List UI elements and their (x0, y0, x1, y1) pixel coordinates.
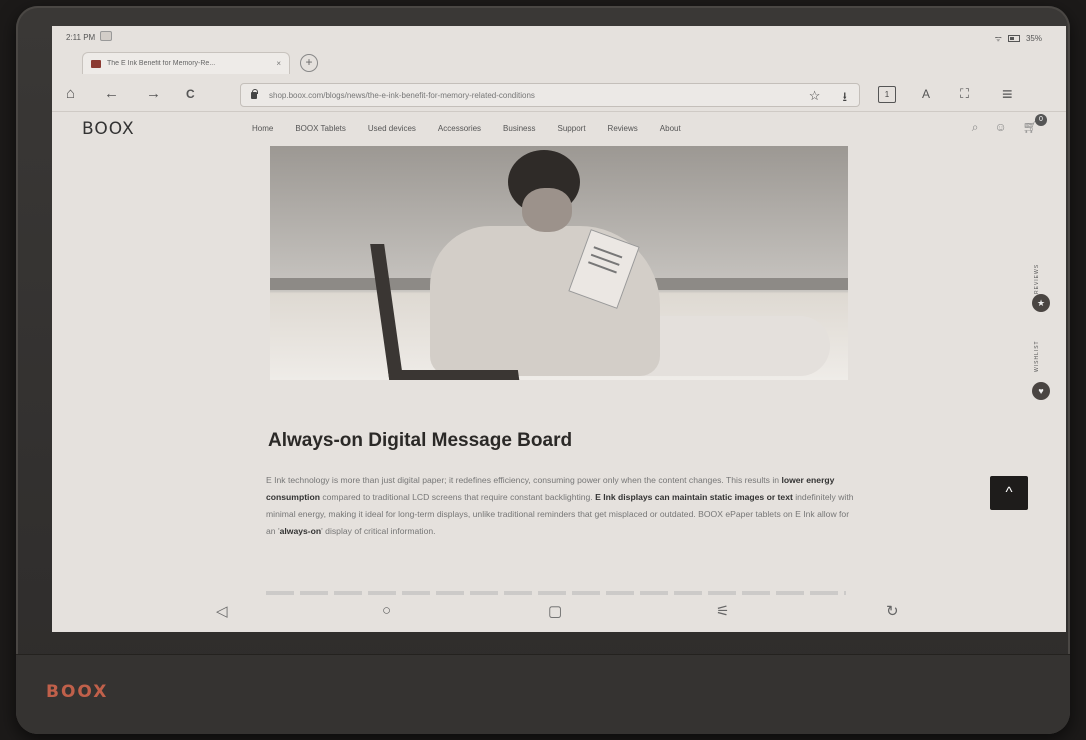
account-icon[interactable]: ☺ (995, 120, 1007, 135)
hero-image (270, 146, 848, 380)
device-screen: 2:11 PM ᯤ 35% The E Ink Benefit for Memo… (52, 26, 1066, 632)
nav-used-devices[interactable]: Used devices (368, 124, 416, 133)
device-brand-logo: BOOX (46, 682, 109, 702)
nav-business[interactable]: Business (503, 124, 535, 133)
article-text: compared to traditional LCD screens that… (319, 492, 596, 502)
new-tab-button[interactable]: + (300, 54, 318, 72)
bookmark-star-icon[interactable]: ☆ (809, 88, 821, 110)
cart-icon[interactable]: 🛒︎ 0 (1023, 114, 1047, 135)
battery-percent: 35% (1025, 34, 1042, 43)
home-button[interactable]: ⌂ (66, 86, 75, 102)
status-right: ᯤ 35% (995, 33, 1042, 44)
reader-mode-icon[interactable]: A (922, 86, 930, 102)
browser-toolbar: ⌂ ← → C shop.boox.com/blogs/news/the-e-i… (52, 78, 1066, 112)
tab-title: The E Ink Benefit for Memory-Re... (107, 60, 216, 67)
hero-face (522, 188, 572, 232)
menu-icon[interactable]: ≡ (1002, 85, 1013, 103)
lock-icon (251, 88, 258, 99)
system-nav-bar: ◁ ○ ▢ ⚟ ↻ (52, 594, 1066, 632)
site-icons: ⌕ ☺ 🛒︎ 0 (972, 114, 1047, 135)
article-bold: E Ink displays can maintain static image… (595, 492, 793, 502)
nav-recents-icon[interactable]: ▢ (548, 602, 562, 620)
favicon-icon (91, 59, 101, 68)
article-bold: always-on (279, 526, 322, 536)
url-actions: ☆ ⭳ (809, 88, 847, 110)
site-nav: Home BOOX Tablets Used devices Accessori… (252, 124, 681, 133)
download-icon[interactable]: ⭳ (842, 88, 847, 110)
nav-accessories[interactable]: Accessories (438, 124, 481, 133)
nav-boox-tablets[interactable]: BOOX Tablets (295, 124, 346, 133)
battery-icon (1007, 35, 1020, 42)
tab-count-button[interactable]: 1 (878, 86, 896, 103)
article-text: ' display of critical information. (321, 526, 436, 536)
nav-support[interactable]: Support (558, 124, 586, 133)
article-title: Always-on Digital Message Board (268, 430, 573, 451)
nav-back-icon[interactable]: ◁ (216, 602, 228, 620)
nav-home[interactable]: Home (252, 124, 273, 133)
wishlist-heart-icon[interactable]: ♥ (1032, 382, 1050, 400)
device-chin: BOOX (16, 654, 1070, 734)
forward-button[interactable]: → (146, 86, 161, 102)
site-header: BOOX Home BOOX Tablets Used devices Acce… (52, 114, 1066, 146)
reviews-side-label[interactable]: REVIEWS (1034, 264, 1040, 294)
wifi-icon: ᯤ (994, 34, 1002, 43)
nav-settings-icon[interactable]: ⚟ (716, 602, 729, 620)
close-tab-icon[interactable]: × (276, 59, 281, 68)
reload-button[interactable]: C (186, 86, 195, 102)
nav-about[interactable]: About (660, 124, 681, 133)
address-bar[interactable]: shop.boox.com/blogs/news/the-e-ink-benef… (240, 83, 860, 107)
fullscreen-icon[interactable]: ⛶ (960, 86, 969, 102)
nav-refresh-icon[interactable]: ↻ (886, 602, 899, 620)
nav-reviews[interactable]: Reviews (608, 124, 638, 133)
reviews-star-icon[interactable]: ★ (1032, 294, 1050, 312)
status-bar: 2:11 PM ᯤ 35% (52, 26, 1066, 48)
hero-chair (370, 244, 520, 380)
cart-count-badge: 0 (1035, 114, 1047, 126)
site-logo[interactable]: BOOX (82, 119, 135, 139)
search-icon[interactable]: ⌕ (972, 120, 979, 135)
browser-tab[interactable]: The E Ink Benefit for Memory-Re... × (82, 52, 290, 74)
wishlist-side-label[interactable]: WISHLIST (1034, 340, 1040, 372)
scroll-to-top-button[interactable]: ^ (990, 476, 1028, 510)
status-time: 2:11 PM (66, 33, 96, 42)
article-text: E Ink technology is more than just digit… (266, 475, 782, 485)
nav-home-icon[interactable]: ○ (382, 602, 391, 619)
article-paragraph: E Ink technology is more than just digit… (266, 472, 854, 540)
back-button[interactable]: ← (104, 86, 119, 102)
notification-icon (100, 31, 112, 41)
browser-tab-bar: The E Ink Benefit for Memory-Re... × + (52, 48, 1066, 76)
url-text[interactable]: shop.boox.com/blogs/news/the-e-ink-benef… (269, 91, 535, 100)
